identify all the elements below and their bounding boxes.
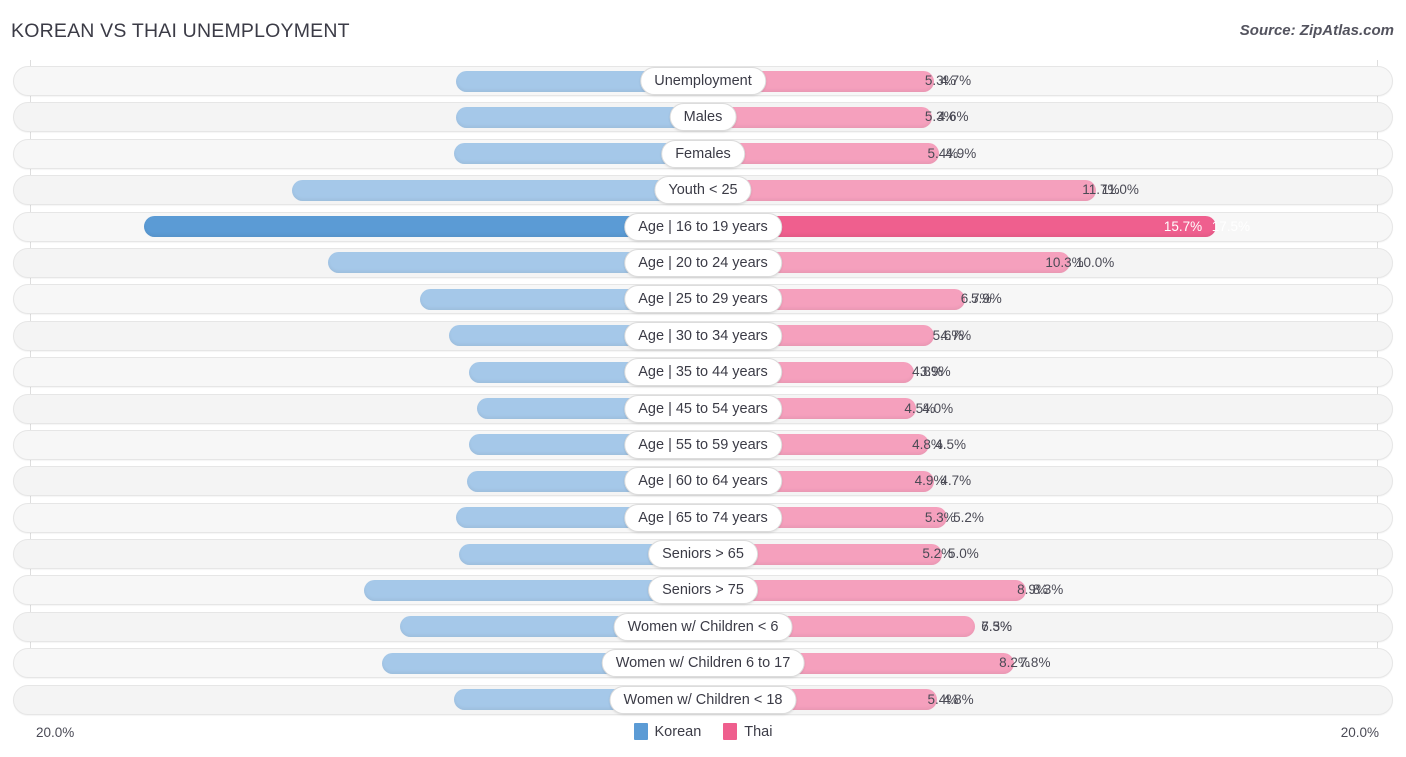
table-row[interactable]: 17.5% 15.7% Age | 16 to 19 years	[0, 209, 1406, 245]
value-label-thai: 4.7%	[940, 473, 972, 489]
chart-plot-area: 5.3% 4.7% Unemployment 5.3% 4.6% Males 5.4% 4.9…	[0, 60, 1406, 717]
legend-item[interactable]: Korean	[633, 723, 702, 740]
value-label-thai: 8.3%	[1032, 582, 1064, 598]
chart-legend: Korean Thai	[0, 723, 1406, 740]
legend-swatch-icon	[723, 723, 738, 740]
value-label-thai: 15.7%	[1163, 218, 1203, 234]
category-label-pill[interactable]: Age | 16 to 19 years	[624, 212, 782, 241]
value-label-thai: 6.3%	[981, 618, 1013, 634]
bar-korean	[456, 106, 703, 128]
value-label-thai: 3.9%	[919, 364, 951, 380]
category-label-pill[interactable]: Unemployment	[640, 67, 766, 95]
bar-row-list: 5.3% 4.7% Unemployment 5.3% 4.6% Males 5.4% 4.9…	[0, 63, 1406, 718]
chart-footer: 20.0% 20.0% Korean Thai	[0, 717, 1406, 757]
value-label-thai: 4.7%	[940, 327, 972, 343]
value-label-korean: 17.5%	[1211, 218, 1250, 234]
legend-label: Korean	[654, 723, 702, 740]
table-row[interactable]: 10.3% 10.0% Age | 20 to 24 years	[0, 245, 1406, 281]
table-row[interactable]: 4.8% 3.9% Age | 35 to 44 years	[0, 354, 1406, 390]
value-label-thai: 4.0%	[922, 400, 954, 416]
source-attribution: Source: ZipAtlas.com	[1239, 22, 1394, 39]
value-label-thai: 4.5%	[935, 436, 966, 452]
table-row[interactable]: 8.9% 8.3% Seniors > 75	[0, 572, 1406, 608]
category-label-pill[interactable]: Age | 55 to 59 years	[624, 430, 782, 459]
category-label-pill[interactable]: Age | 45 to 54 years	[624, 394, 782, 423]
value-label-thai: 5.2%	[953, 509, 984, 525]
category-label-pill[interactable]: Age | 65 to 74 years	[624, 503, 782, 532]
category-label-pill[interactable]: Age | 30 to 34 years	[624, 321, 782, 350]
table-row[interactable]: 4.9% 4.7% Age | 60 to 64 years	[0, 463, 1406, 499]
category-label-pill[interactable]: Women w/ Children < 6	[613, 612, 793, 641]
value-label-thai: 4.7%	[940, 73, 972, 88]
table-row[interactable]: 8.2% 7.8% Women w/ Children 6 to 17	[0, 645, 1406, 681]
value-label-thai: 10.0%	[1076, 254, 1115, 270]
category-label-pill[interactable]: Women w/ Children 6 to 17	[601, 649, 805, 678]
value-label-korean: 5.3%	[924, 509, 956, 525]
category-label-pill[interactable]: Age | 20 to 24 years	[624, 248, 782, 277]
legend-swatch-icon	[633, 723, 648, 740]
category-label-pill[interactable]: Age | 60 to 64 years	[624, 467, 782, 496]
table-row[interactable]: 5.6% 4.7% Age | 30 to 34 years	[0, 318, 1406, 354]
category-label-pill[interactable]: Females	[661, 139, 745, 168]
legend-item[interactable]: Thai	[723, 723, 772, 740]
legend-label: Thai	[744, 723, 773, 740]
value-label-thai: 5.9%	[971, 291, 1002, 307]
value-label-thai: 7.8%	[1019, 655, 1051, 671]
table-row[interactable]: 5.3% 4.7% Unemployment	[0, 63, 1406, 99]
table-row[interactable]: 7.5% 6.3% Women w/ Children < 6	[0, 609, 1406, 645]
category-label-pill[interactable]: Age | 35 to 44 years	[624, 358, 782, 387]
table-row[interactable]: 5.3% 4.6% Males	[0, 99, 1406, 135]
table-row[interactable]: 11.7% 11.0% Youth < 25	[0, 172, 1406, 208]
table-row[interactable]: 4.5% 4.0% Age | 45 to 54 years	[0, 391, 1406, 427]
value-label-thai: 4.9%	[945, 145, 977, 161]
value-label-thai: 4.6%	[937, 109, 969, 125]
category-label-pill[interactable]: Age | 25 to 29 years	[624, 285, 782, 314]
bar-thai	[703, 179, 1096, 201]
table-row[interactable]: 5.3% 5.2% Age | 65 to 74 years	[0, 500, 1406, 536]
table-row[interactable]: 5.2% 5.0% Seniors > 65	[0, 536, 1406, 572]
category-label-pill[interactable]: Seniors > 65	[648, 540, 758, 569]
table-row[interactable]: 5.4% 4.8% Women w/ Children < 18	[0, 682, 1406, 718]
value-label-thai: 5.0%	[948, 546, 979, 562]
bar-thai	[703, 106, 932, 128]
page-title: KOREAN VS THAI UNEMPLOYMENT	[11, 20, 350, 42]
table-row[interactable]: 6.7% 5.9% Age | 25 to 29 years	[0, 281, 1406, 317]
value-label-thai: 4.8%	[942, 691, 974, 707]
category-label-pill[interactable]: Youth < 25	[654, 176, 752, 205]
bar-korean	[292, 179, 703, 201]
bar-korean	[144, 216, 703, 238]
category-label-pill[interactable]: Males	[669, 103, 737, 132]
category-label-pill[interactable]: Women w/ Children < 18	[609, 685, 797, 714]
value-label-thai: 11.0%	[1101, 182, 1139, 198]
table-row[interactable]: 4.8% 4.5% Age | 55 to 59 years	[0, 427, 1406, 463]
table-row[interactable]: 5.4% 4.9% Females	[0, 136, 1406, 172]
chart-header: KOREAN VS THAI UNEMPLOYMENT Source: ZipA…	[0, 0, 1406, 60]
category-label-pill[interactable]: Seniors > 75	[648, 576, 758, 605]
